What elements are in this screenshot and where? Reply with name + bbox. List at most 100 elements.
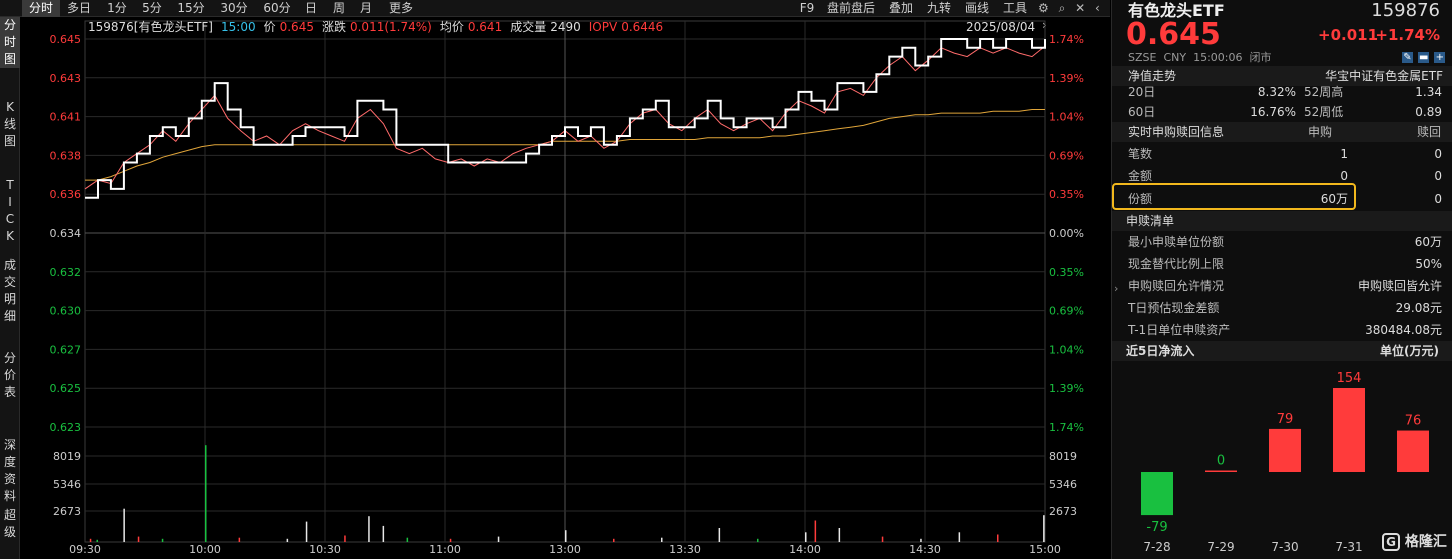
tab-month[interactable]: 月 <box>356 0 376 17</box>
pct-tick-label: 1.39% <box>1049 72 1084 85</box>
volume-bar <box>661 537 663 542</box>
time-tick-label: 14:00 <box>789 543 821 556</box>
price-tick-label: 0.638 <box>50 149 82 162</box>
pct-tick-label: 0.69% <box>1049 305 1084 318</box>
volume-bar <box>838 528 841 542</box>
flow-bar <box>1141 472 1173 516</box>
intraday-chart[interactable]: 0.645 1.74% 0.643 1.39% 0.641 1.04% 0.638 0.69%… <box>20 17 1110 559</box>
info-change: 0.011(1.74%) <box>349 20 432 34</box>
subscription-section-header: 实时申购赎回信息 申购 赎回 <box>1112 122 1452 142</box>
nav-super[interactable]: 超级 <box>0 507 20 541</box>
market: SZSE <box>1128 51 1157 64</box>
volume-bar <box>344 535 346 542</box>
price-tick-label: 0.630 <box>50 305 82 318</box>
market-status-line: SZSE CNY 15:00:06 闭市 <box>1128 50 1272 65</box>
search-icon[interactable]: ⌕ <box>1059 1 1066 15</box>
subscription-row-sub: 1 <box>1340 147 1348 161</box>
nav-row-label: 60日 <box>1128 105 1156 119</box>
info-iopv-label: IOPV <box>588 20 618 34</box>
price-tick-label: 0.627 <box>50 343 82 356</box>
volume-bar <box>757 538 759 542</box>
subscription-col-sub: 申购 <box>1308 125 1333 139</box>
price-tick-label: 0.636 <box>50 188 82 201</box>
flow-bar-label: 79 <box>1277 412 1294 427</box>
creation-row-value: 60万 <box>1414 235 1442 249</box>
price-tick-label: 0.643 <box>50 72 82 85</box>
nav-depth[interactable]: 深度资料 <box>0 437 20 505</box>
creation-row-label: 申购赎回允许情况 <box>1128 279 1225 293</box>
volume-bar <box>613 538 615 542</box>
tab-more[interactable]: 更多 <box>384 0 418 17</box>
tab-day[interactable]: 日 <box>302 0 320 17</box>
gear-icon[interactable]: ⚙ <box>1038 1 1049 15</box>
nav-price-table[interactable]: 分价表 <box>0 350 20 401</box>
info-vol: 2490 <box>550 20 581 34</box>
creation-row: 最小申赎单位份额 60万 <box>1128 231 1442 253</box>
time-tick-label: 10:30 <box>309 543 341 556</box>
f9-button[interactable]: F9 <box>796 0 818 17</box>
time-tick-label: 13:30 <box>669 543 701 556</box>
flow-title: 近5日净流入 <box>1126 344 1195 358</box>
nav-row-label: 20日 <box>1128 85 1156 99</box>
nav-intraday[interactable]: 分时图 <box>0 17 20 68</box>
volume-bar <box>497 536 500 542</box>
subscription-title: 实时申购赎回信息 <box>1128 125 1225 139</box>
close-icon[interactable]: ✕ <box>1075 1 1085 15</box>
creation-list-title: 申赎清单 <box>1126 214 1175 228</box>
volume-bar <box>205 445 207 542</box>
nav-kline[interactable]: K线图 <box>0 99 20 150</box>
volume-tick-label: 2673 <box>1049 505 1077 518</box>
flow-unit: 单位(万元) <box>1380 344 1439 358</box>
last-price: 0.645 <box>1126 17 1221 52</box>
tab-intraday[interactable]: 分时 <box>22 0 60 17</box>
overlay-button[interactable]: 叠加 <box>886 0 916 17</box>
volume-bar <box>137 536 140 542</box>
price-change: +0.011 <box>1318 26 1379 44</box>
quote-time: 15:00:06 <box>1193 51 1243 64</box>
tab-week[interactable]: 周 <box>329 0 349 17</box>
security-code-name: 159876[有色龙头ETF] <box>88 20 213 34</box>
nav-trade-detail[interactable]: 成交明细 <box>0 257 20 325</box>
volume-bar <box>449 538 452 542</box>
pre-post-market-button[interactable]: 盘前盘后 <box>823 0 879 17</box>
chevron-left-icon[interactable]: ‹ <box>1095 1 1100 15</box>
flow-section-header: 近5日净流入 单位(万元) <box>1112 341 1452 361</box>
flow-category-label: 7-30 <box>1271 540 1298 554</box>
nine-turn-button[interactable]: 九转 <box>924 0 954 17</box>
time-tick-label: 09:30 <box>69 543 101 556</box>
tab-15min[interactable]: 15分 <box>174 0 208 17</box>
subscription-row-red: 0 <box>1434 147 1442 161</box>
shares-highlight-box <box>1112 183 1356 210</box>
nav-row-20d: 20日 8.32% 52周高 1.34 <box>1128 81 1442 103</box>
delete-icon[interactable]: ▬ <box>1418 52 1430 63</box>
flow-category-label: 7-29 <box>1207 540 1234 554</box>
info-vol-label: 成交量 <box>510 20 547 34</box>
watermark-text: 格隆汇 <box>1404 534 1447 550</box>
nav-row-pct: 16.76% <box>1250 105 1296 119</box>
tab-60min[interactable]: 60分 <box>259 0 295 17</box>
price-change-pct: +1.74% <box>1375 26 1440 44</box>
edit-icon[interactable]: ✎ <box>1402 52 1413 63</box>
tab-30min[interactable]: 30分 <box>216 0 252 17</box>
tools-button[interactable]: 工具 <box>1000 0 1030 17</box>
creation-row: T日预估现金差额 29.08元 <box>1128 297 1442 319</box>
add-icon[interactable]: + <box>1434 52 1446 63</box>
security-code: 159876 <box>1371 0 1440 21</box>
nav-tick[interactable]: TICK <box>0 177 20 245</box>
creation-row-value: 申购赎回皆允许 <box>1357 279 1442 293</box>
collapse-arrow-icon[interactable]: › <box>1114 282 1118 295</box>
creation-row-value: 29.08元 <box>1395 301 1442 315</box>
creation-row-value: 50% <box>1415 257 1442 271</box>
volume-tick-label: 5346 <box>53 478 81 491</box>
pct-tick-label: 0.69% <box>1049 149 1084 162</box>
tab-multi-day[interactable]: 多日 <box>63 0 95 17</box>
tab-1min[interactable]: 1分 <box>103 0 131 17</box>
info-iopv: 0.6446 <box>621 20 664 34</box>
draw-line-button[interactable]: 画线 <box>962 0 992 17</box>
flow-bar-label: 76 <box>1405 414 1422 429</box>
chart-date: 2025/08/04 <box>966 20 1036 34</box>
volume-bar <box>1043 515 1045 542</box>
flow-bar-label: -79 <box>1146 520 1167 535</box>
volume-bar <box>997 534 999 542</box>
tab-5min[interactable]: 5分 <box>138 0 166 17</box>
